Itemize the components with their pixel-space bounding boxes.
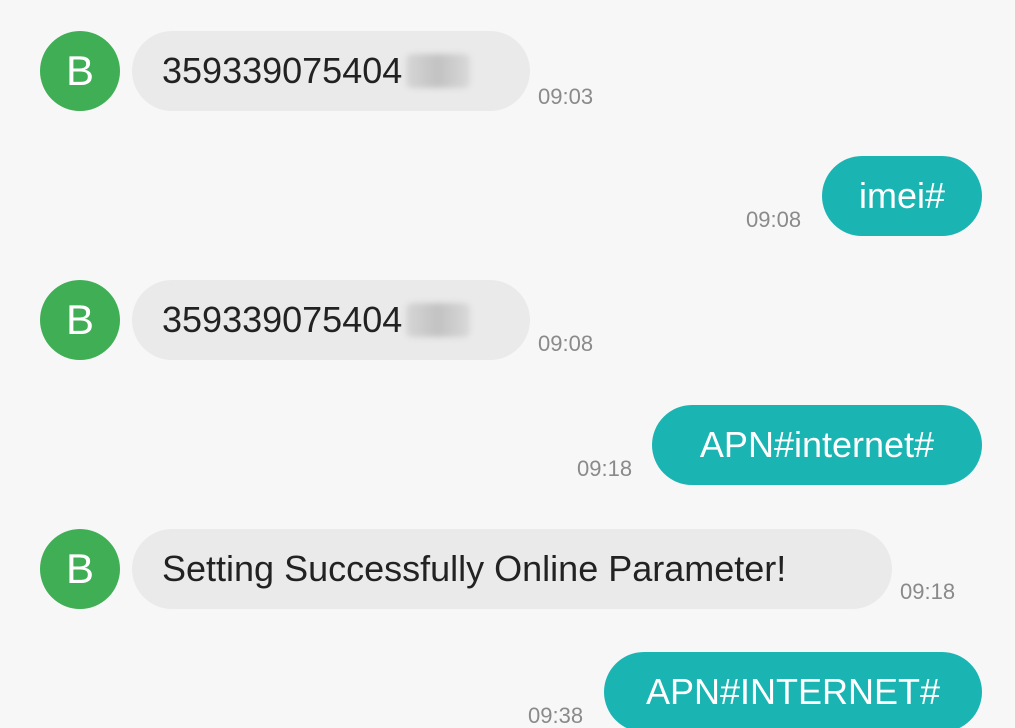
message-timestamp: 09:18 <box>900 579 956 604</box>
contact-avatar[interactable]: B <box>40 529 120 609</box>
message-thread: B 359339075404 09:03 09:08 imei# B 35933… <box>0 0 1015 728</box>
message-text: Setting Successfully Online Parameter! <box>162 548 787 589</box>
outgoing-message-bubble[interactable]: APN#internet# <box>652 405 982 485</box>
outgoing-message-bubble[interactable]: APN#INTERNET# <box>604 652 982 728</box>
message-timestamp: 09:18 <box>577 456 633 481</box>
redacted-digits <box>406 54 471 88</box>
incoming-message-bubble[interactable]: 359339075404 <box>132 280 530 360</box>
incoming-message-bubble[interactable]: 359339075404 <box>132 31 530 111</box>
message-text: 359339075404 <box>162 299 403 340</box>
message-timestamp: 09:08 <box>746 207 802 232</box>
contact-avatar[interactable]: B <box>40 280 120 360</box>
redacted-digits <box>406 303 471 337</box>
outgoing-message-bubble[interactable]: imei# <box>822 156 982 236</box>
message-timestamp: 09:38 <box>528 703 584 728</box>
contact-avatar[interactable]: B <box>40 31 120 111</box>
incoming-message-bubble[interactable]: Setting Successfully Online Parameter! <box>132 529 892 609</box>
message-timestamp: 09:03 <box>538 84 594 109</box>
message-timestamp: 09:08 <box>538 331 594 356</box>
message-text: 359339075404 <box>162 50 403 91</box>
